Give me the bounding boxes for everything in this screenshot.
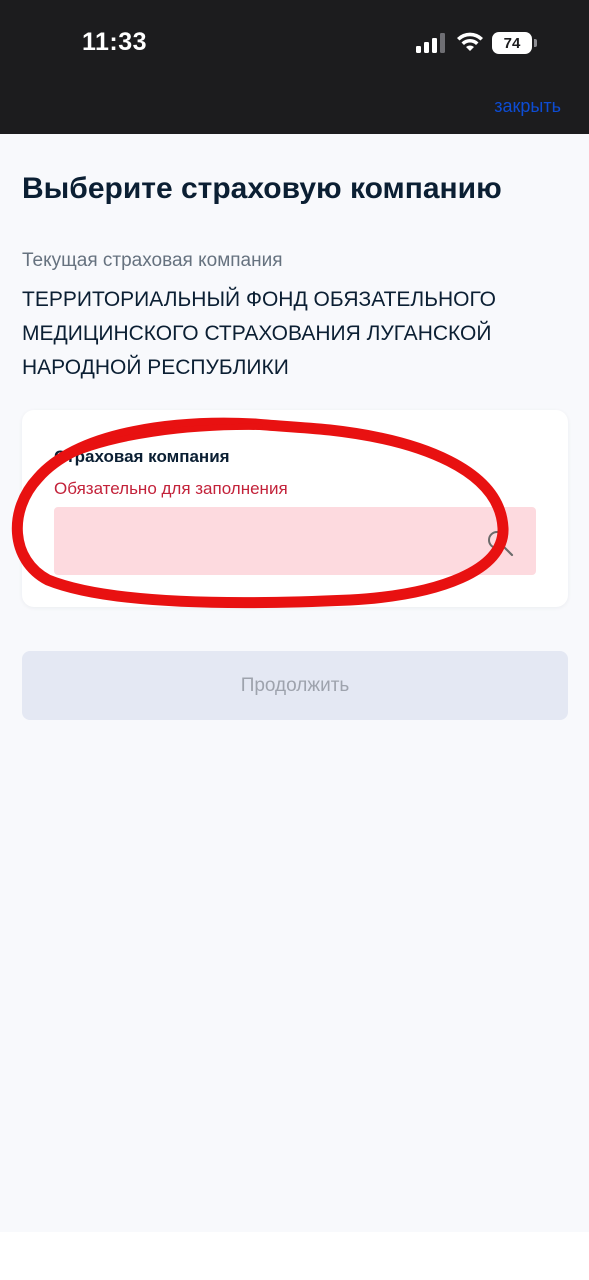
current-insurer-label: Текущая страховая компания [22,250,283,271]
status-time: 11:33 [82,28,148,56]
search-icon[interactable] [486,529,514,557]
insurer-search-input[interactable] [54,507,536,575]
status-bar: 11:33 74 [0,0,589,88]
signal-icon [416,33,445,53]
continue-button[interactable]: Продолжить [22,651,568,720]
wifi-icon [457,32,483,51]
current-insurer-value: ТЕРРИТОРИАЛЬНЫЙ ФОНД ОБЯЗАТЕЛЬНОГО МЕДИЦ… [22,288,497,379]
home-indicator-area [0,1232,589,1280]
insurer-card: Страховая компания Обязательно для запол… [22,410,568,607]
nav-bar: закрыть [0,88,589,134]
battery-icon: 74 [492,32,538,54]
page-title: Выберите страховую компанию [22,172,502,205]
insurer-field-error: Обязательно для заполнения [54,479,288,498]
battery-tip [534,39,537,47]
battery-level: 74 [492,32,532,54]
close-link[interactable]: закрыть [494,96,561,117]
insurer-field-label: Страховая компания [54,447,230,466]
